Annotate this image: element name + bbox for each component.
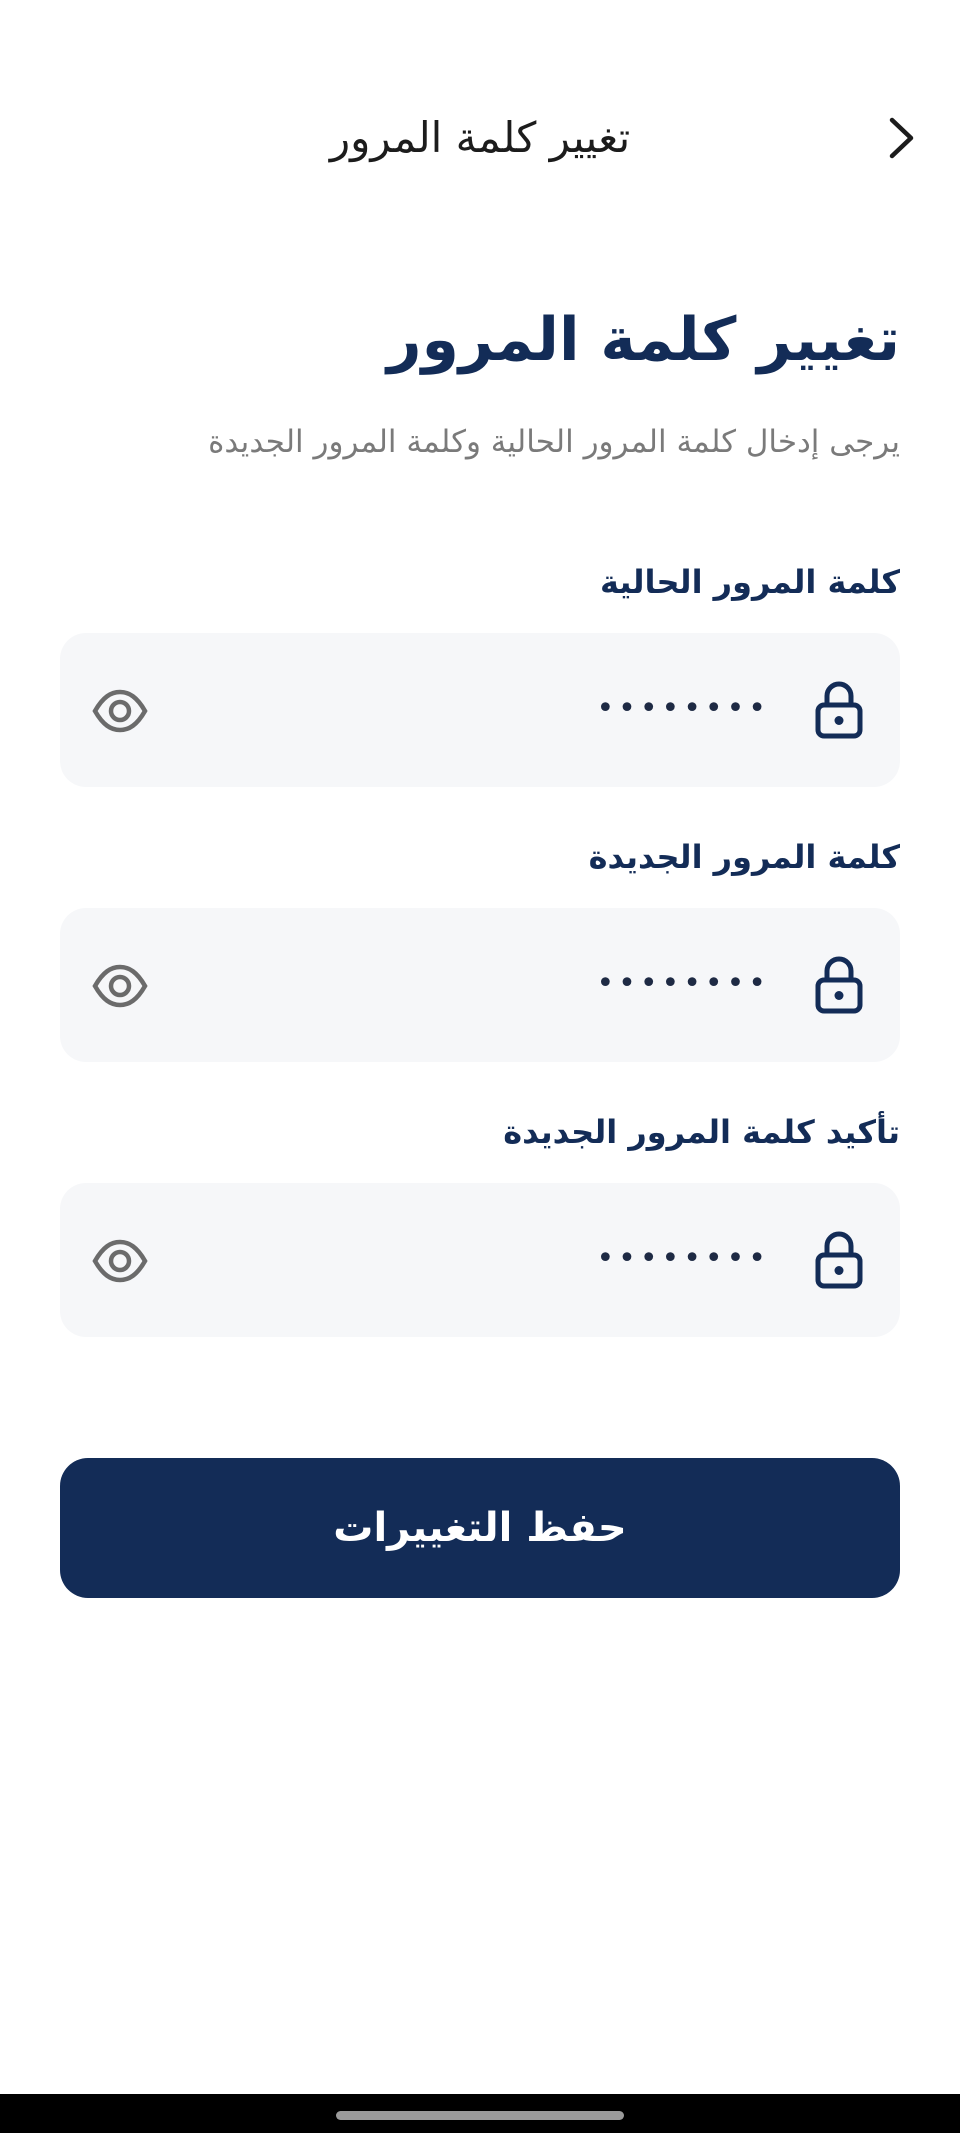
current-password-field[interactable]: •••••••• xyxy=(60,633,900,787)
new-password-field[interactable]: •••••••• xyxy=(60,908,900,1062)
change-password-screen: تغيير كلمة المرور تغيير كلمة المرور يرجى… xyxy=(0,0,960,2133)
back-button[interactable] xyxy=(876,112,928,164)
confirm-password-value: •••••••• xyxy=(596,1241,770,1276)
current-password-value: •••••••• xyxy=(596,691,770,726)
eye-icon[interactable] xyxy=(92,958,148,1014)
current-password-label: كلمة المرور الحالية xyxy=(599,563,900,601)
page-title: تغيير كلمة المرور xyxy=(387,305,900,375)
new-password-value: •••••••• xyxy=(596,966,770,1001)
confirm-password-label: تأكيد كلمة المرور الجديدة xyxy=(503,1113,900,1151)
lock-icon xyxy=(815,681,863,739)
app-bar: تغيير كلمة المرور xyxy=(0,90,960,190)
system-navigation-bar xyxy=(0,2094,960,2133)
app-bar-title: تغيير كلمة المرور xyxy=(329,113,631,162)
eye-icon[interactable] xyxy=(92,1233,148,1289)
lock-icon xyxy=(815,956,863,1014)
lock-icon xyxy=(815,1231,863,1289)
chevron-right-icon xyxy=(889,117,914,159)
save-changes-button[interactable]: حفظ التغييرات xyxy=(60,1458,900,1598)
confirm-password-field[interactable]: •••••••• xyxy=(60,1183,900,1337)
eye-icon[interactable] xyxy=(92,683,148,739)
new-password-label: كلمة المرور الجديدة xyxy=(588,838,900,876)
page-subtitle: يرجى إدخال كلمة المرور الحالية وكلمة الم… xyxy=(208,424,900,460)
home-gesture-handle[interactable] xyxy=(336,2111,624,2120)
